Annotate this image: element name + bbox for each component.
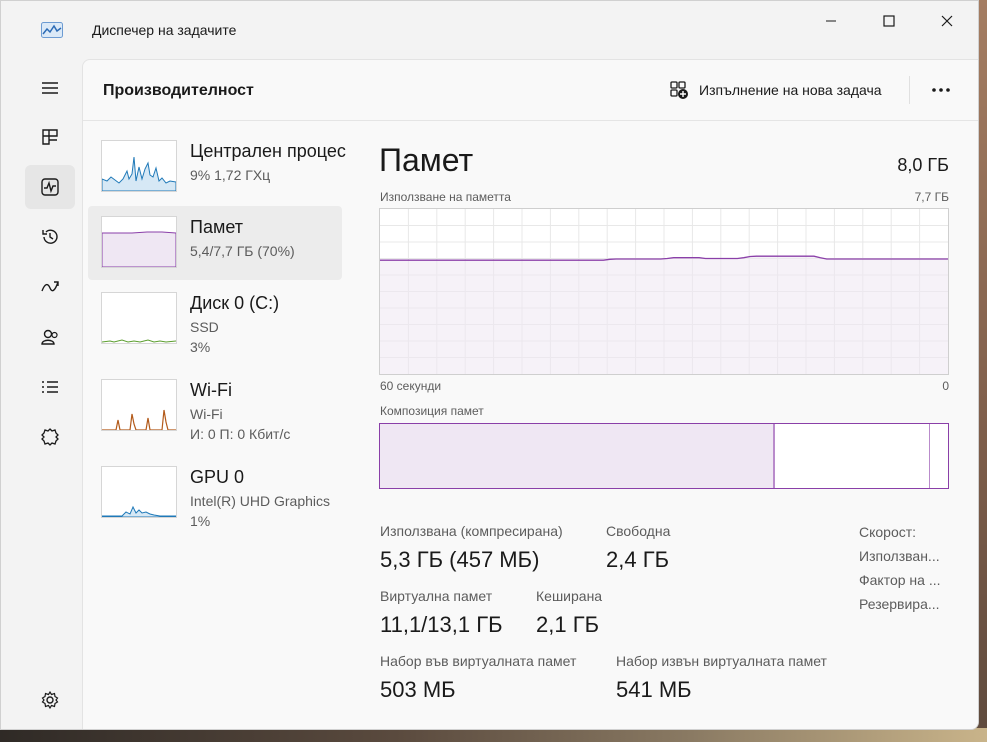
page-title: Производителност: [103, 82, 254, 99]
run-task-icon: [670, 81, 688, 99]
perf-item-disk-name: Диск 0 (C:): [190, 293, 280, 313]
perf-item-gpu-usage: 1%: [190, 513, 211, 529]
form-factor-label: Фактор на ...: [859, 572, 941, 588]
perf-item-wifi-throughput: И: 0 П: 0 Кбит/с: [190, 426, 291, 442]
available-value: 2,4 ГБ: [606, 547, 670, 572]
minimize-button[interactable]: [808, 7, 854, 35]
in-use-label: Използвана (компресирана): [380, 523, 563, 539]
composition-standby-divider: [929, 424, 931, 488]
paged-pool-value: 503 МБ: [380, 677, 456, 702]
perf-item-cpu[interactable]: Централен процесор 9% 1,72 ГХц: [88, 130, 346, 204]
nav-app-history-button[interactable]: [25, 215, 75, 259]
perf-item-memory-name: Памет: [190, 217, 243, 237]
composition-in-use-segment: [380, 424, 774, 488]
nav-performance-button[interactable]: [25, 165, 75, 209]
task-manager-window: Диспечер на задачите Производителност Из…: [0, 0, 979, 730]
services-icon: [41, 428, 59, 446]
perf-item-gpu-name: GPU 0: [190, 467, 245, 487]
settings-icon: [41, 690, 59, 710]
composition-modified-segment: [773, 424, 776, 488]
memory-detail-panel: Памет 8,0 ГБ Използване на паметта 7,7 Г…: [379, 120, 949, 729]
processes-icon: [42, 129, 58, 145]
history-icon: [42, 229, 58, 244]
performance-icon: [41, 178, 59, 196]
minimize-icon: [826, 20, 836, 22]
perf-item-wifi-type: Wi-Fi: [190, 406, 223, 422]
nav-startup-button[interactable]: [25, 265, 75, 309]
speed-label: Скорост:: [859, 524, 917, 540]
performance-list: Централен процесор 9% 1,72 ГХц Памет 5,4…: [88, 120, 346, 729]
maximize-button[interactable]: [866, 7, 912, 35]
nav-users-button[interactable]: [25, 315, 75, 359]
perf-item-cpu-name: Централен процесор: [190, 141, 346, 161]
committed-value: 11,1/13,1 ГБ: [380, 612, 503, 637]
memory-composition-bar: [379, 423, 949, 489]
task-manager-app-icon: [41, 22, 63, 38]
nav-settings-button[interactable]: [25, 678, 75, 722]
wifi-thumbnail-graph: [101, 379, 177, 431]
page-header: Производителност Изпълнение на нова зада…: [83, 60, 978, 121]
content-panel: Производителност Изпълнение на нова зада…: [82, 59, 978, 729]
close-button[interactable]: [924, 7, 970, 35]
memory-usage-label: Използване на паметта: [380, 190, 511, 204]
more-icon: [932, 88, 950, 92]
graph-time-right-label: 0: [942, 379, 949, 393]
run-new-task-label: Изпълнение на нова задача: [699, 82, 882, 98]
perf-item-gpu[interactable]: GPU 0 Intel(R) UHD Graphics 1%: [88, 456, 342, 530]
gpu-thumbnail-graph: [101, 466, 177, 518]
nonpaged-pool-value: 541 МБ: [616, 677, 692, 702]
disk-thumbnail-graph: [101, 292, 177, 344]
nav-processes-button[interactable]: [25, 115, 75, 159]
startup-icon: [41, 281, 59, 292]
cached-value: 2,1 ГБ: [536, 612, 600, 637]
memory-thumbnail-graph: [101, 216, 177, 268]
nav-services-button[interactable]: [25, 415, 75, 459]
hardware-reserved-label: Резервира...: [859, 596, 940, 612]
cached-label: Кеширана: [536, 588, 603, 604]
committed-label: Виртуална памет: [380, 588, 493, 604]
users-icon: [41, 329, 58, 345]
more-options-button[interactable]: [919, 76, 963, 104]
title-bar: Диспечер на задачите: [1, 1, 978, 59]
run-new-task-button[interactable]: Изпълнение на нова задача: [669, 78, 882, 102]
in-use-value: 5,3 ГБ (457 МБ): [380, 547, 540, 572]
header-separator: [909, 76, 910, 104]
perf-item-disk[interactable]: Диск 0 (C:) SSD 3%: [88, 282, 342, 356]
perf-item-memory-usage: 5,4/7,7 ГБ (70%): [190, 243, 295, 259]
available-label: Свободна: [606, 523, 671, 539]
perf-item-cpu-usage: 9% 1,72 ГХц: [190, 167, 271, 183]
nav-hamburger-button[interactable]: [25, 66, 75, 110]
nonpaged-pool-label: Набор извън виртуалната памет: [616, 653, 827, 669]
perf-item-wifi[interactable]: Wi-Fi Wi-Fi И: 0 П: 0 Кбит/с: [88, 369, 342, 443]
hamburger-icon: [42, 82, 58, 94]
memory-composition-label: Композиция памет: [380, 404, 484, 418]
desktop-background-bottom: [0, 728, 987, 742]
memory-usage-area: [380, 256, 948, 374]
perf-item-memory[interactable]: Памет 5,4/7,7 ГБ (70%): [88, 206, 342, 280]
details-icon: [42, 381, 58, 393]
slots-used-label: Използван...: [859, 548, 940, 564]
cpu-thumbnail-graph: [101, 140, 177, 192]
memory-total: 8,0 ГБ: [897, 155, 949, 175]
paged-pool-label: Набор във виртуалната памет: [380, 653, 577, 669]
window-title: Диспечер на задачите: [92, 22, 237, 38]
memory-usage-graph: [379, 208, 949, 375]
perf-item-wifi-name: Wi-Fi: [190, 380, 232, 400]
graph-time-left-label: 60 секунди: [380, 379, 442, 393]
close-icon: [941, 15, 953, 27]
perf-item-disk-type: SSD: [190, 319, 219, 335]
perf-item-gpu-model: Intel(R) UHD Graphics: [190, 493, 331, 509]
memory-title: Памет: [379, 142, 474, 178]
maximize-icon: [883, 15, 895, 27]
nav-details-button[interactable]: [25, 365, 75, 409]
perf-item-disk-usage: 3%: [190, 339, 211, 355]
memory-usage-max: 7,7 ГБ: [914, 190, 949, 204]
